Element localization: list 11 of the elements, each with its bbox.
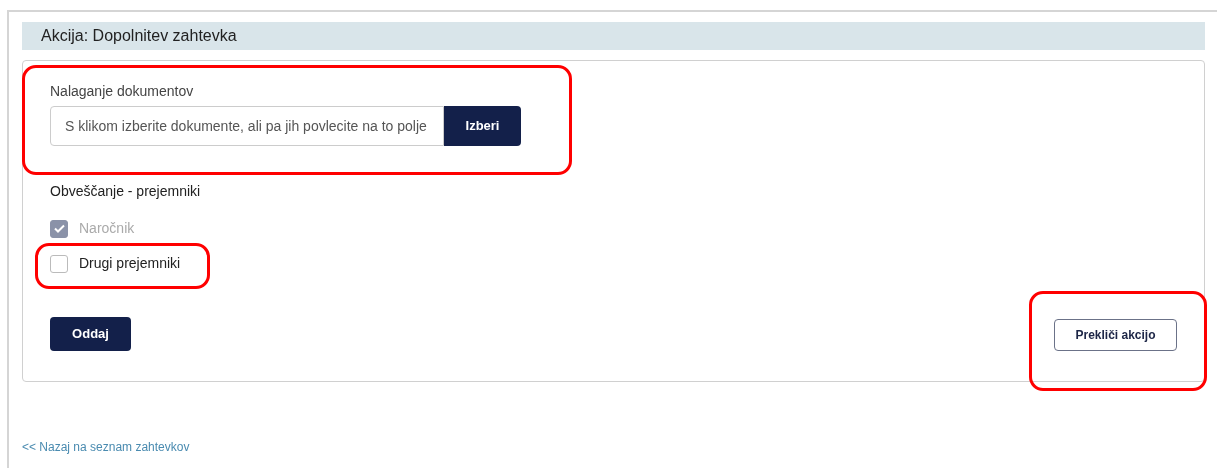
checkbox-label[interactable]: Drugi prejemniki [50,253,181,274]
browse-button[interactable]: Izberi [444,106,521,146]
cancel-button[interactable]: Prekliči akcijo [1054,319,1177,351]
submit-button[interactable]: Oddaj [50,317,131,351]
recipients-heading: Obveščanje - prejemniki [50,182,202,201]
check-icon [53,224,65,233]
file-drop-field[interactable]: S klikom izberite dokumente, ali pa jih povlecite na to polje [50,106,444,146]
back-link[interactable]: << Nazaj na seznam zahtevkov [22,440,190,454]
field-label: Nalaganje dokumentov [50,82,194,101]
section-title: Akcija: Dopolnitev zahtevka [41,26,237,46]
checkbox[interactable] [50,254,68,273]
